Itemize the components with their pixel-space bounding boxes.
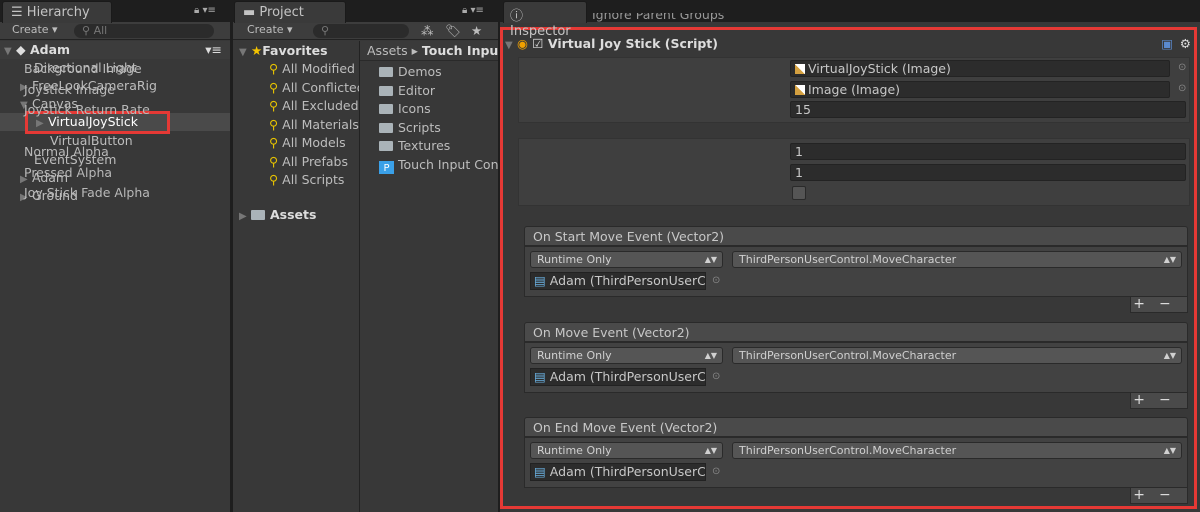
favorite-item[interactable]: ⚲ All Prefabs bbox=[233, 153, 359, 171]
folder-icon bbox=[379, 122, 393, 133]
asset-folder[interactable]: Scripts bbox=[379, 119, 498, 137]
filter-type-icon[interactable]: ⁂ bbox=[421, 23, 434, 38]
folder-icon bbox=[379, 67, 393, 77]
star-icon[interactable]: ★ bbox=[471, 23, 482, 38]
tab-inspector[interactable]: ⓘ Inspector bbox=[503, 1, 587, 39]
favorite-item[interactable]: ⚲ All Materials bbox=[233, 116, 359, 134]
search-icon: ⚲ bbox=[269, 98, 279, 113]
field-label: Normal Alpha bbox=[24, 144, 109, 159]
field-label: Joystick Image bbox=[24, 81, 115, 97]
tab-project[interactable]: ▬ Project bbox=[234, 1, 346, 23]
search-icon: ⚲ bbox=[269, 61, 279, 76]
star-icon: ★ bbox=[251, 43, 263, 58]
asset-folder[interactable]: Textures bbox=[379, 137, 498, 155]
unity-icon: ◆ bbox=[16, 42, 30, 57]
folder-icon bbox=[379, 104, 393, 114]
folder-icon bbox=[251, 210, 265, 220]
asset-folder[interactable]: Demos bbox=[379, 63, 498, 81]
search-input[interactable]: ⚲ bbox=[313, 24, 409, 38]
favorite-item[interactable]: ⚲ All Scripts bbox=[233, 171, 359, 189]
favorite-item[interactable]: ⚲ All Conflicted bbox=[233, 79, 359, 97]
list-icon: ☰ bbox=[11, 5, 27, 20]
assets-root[interactable]: ▶ Assets bbox=[233, 206, 359, 224]
folder-icon: ▬ bbox=[243, 5, 260, 20]
create-button[interactable]: Create ▾ bbox=[12, 23, 58, 36]
favorite-item[interactable]: ⚲ All Excluded bbox=[233, 97, 359, 115]
search-icon: ⚲ bbox=[269, 172, 279, 187]
create-button[interactable]: Create ▾ bbox=[247, 23, 293, 36]
project-panel: Create ▾ ⚲ ⁂ 🏷︎ ★ ▼ ★Favorites ⚲ All Modif… bbox=[233, 22, 498, 512]
folder-icon bbox=[379, 85, 393, 96]
search-icon: ⚲ bbox=[269, 79, 279, 95]
favorites-header[interactable]: ▼ ★Favorites bbox=[233, 42, 359, 60]
tab-hierarchy[interactable]: ☰ Hierarchy bbox=[2, 1, 112, 23]
lock-icon[interactable]: 🔒︎ ▾≡ bbox=[462, 5, 484, 16]
info-icon: ⓘ bbox=[510, 9, 524, 24]
asset-file[interactable]: PTouch Input Controls bbox=[379, 156, 498, 174]
label-icon[interactable]: 🏷︎ bbox=[445, 23, 461, 39]
breadcrumb: Assets ▸ Touch Input bbox=[360, 41, 498, 61]
field-label: Joy Stick Fade Alpha bbox=[24, 185, 150, 200]
highlight-box bbox=[500, 27, 1197, 509]
prefab-icon: P bbox=[379, 160, 394, 174]
search-icon: ⚲ bbox=[269, 135, 279, 150]
favorite-item[interactable]: ⚲ All Models bbox=[233, 134, 359, 152]
search-icon: ⚲ bbox=[269, 116, 279, 132]
folder-icon bbox=[379, 141, 393, 151]
asset-folder[interactable]: Editor bbox=[379, 82, 498, 100]
search-icon: ⚲ bbox=[269, 153, 279, 169]
field-label: Background Image bbox=[24, 61, 142, 76]
lock-icon[interactable]: 🔒︎ ▾≡ bbox=[194, 5, 216, 16]
field-label: Joystick Return Rate bbox=[24, 102, 150, 117]
field-label: Pressed Alpha bbox=[24, 164, 113, 180]
asset-folder[interactable]: Icons bbox=[379, 100, 498, 118]
favorite-item[interactable]: ⚲ All Modified bbox=[233, 60, 359, 78]
search-input[interactable]: ⚲ All bbox=[74, 24, 214, 38]
scene-header[interactable]: ▼ ◆ Adam ▾≡ bbox=[0, 41, 230, 59]
